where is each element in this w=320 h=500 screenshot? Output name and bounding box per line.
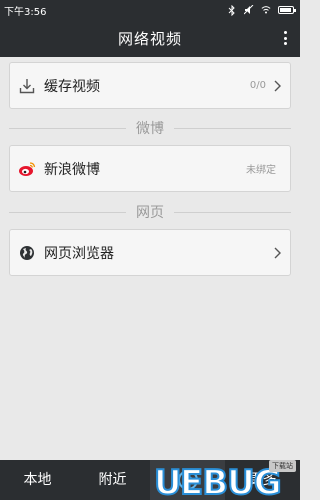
download-icon bbox=[18, 77, 36, 95]
weibo-status: 未绑定 bbox=[246, 165, 276, 176]
status-bar: 下午3:56 bbox=[0, 0, 300, 20]
title-bar: 网络视频 bbox=[0, 20, 300, 57]
section-header-web: 网页 bbox=[9, 202, 291, 222]
tab-nearby[interactable]: 附近 bbox=[75, 460, 150, 500]
section-title-weibo: 微博 bbox=[136, 121, 164, 137]
section-title-web: 网页 bbox=[136, 205, 164, 221]
tab-more[interactable]: 更多 bbox=[225, 460, 300, 500]
bottom-tab-bar: 本地 附近 更多 bbox=[0, 460, 300, 500]
status-icons bbox=[227, 4, 296, 16]
network-tab-icon bbox=[177, 470, 198, 490]
wifi-icon bbox=[261, 4, 271, 16]
cached-videos-item[interactable]: 缓存视频 0/0 bbox=[9, 62, 291, 109]
battery-icon bbox=[278, 6, 296, 14]
section-header-weibo: 微博 bbox=[9, 118, 291, 138]
page-title: 网络视频 bbox=[117, 30, 182, 48]
more-vertical-icon[interactable] bbox=[280, 28, 290, 48]
tab-local[interactable]: 本地 bbox=[0, 460, 75, 500]
status-time: 下午3:56 bbox=[4, 6, 47, 18]
cached-videos-label: 缓存视频 bbox=[44, 78, 100, 95]
chevron-right-icon bbox=[272, 79, 282, 93]
chevron-right-icon bbox=[272, 246, 282, 260]
weibo-item[interactable]: 新浪微博 未绑定 bbox=[9, 145, 291, 192]
weibo-label: 新浪微博 bbox=[44, 161, 100, 178]
cached-videos-count: 0/0 bbox=[249, 80, 266, 91]
bluetooth-icon bbox=[227, 4, 237, 16]
mute-icon bbox=[244, 4, 254, 16]
globe-icon bbox=[18, 244, 36, 262]
tab-network[interactable] bbox=[150, 460, 225, 500]
web-browser-item[interactable]: 网页浏览器 bbox=[9, 229, 291, 276]
web-browser-label: 网页浏览器 bbox=[44, 245, 114, 262]
weibo-icon bbox=[18, 160, 36, 178]
